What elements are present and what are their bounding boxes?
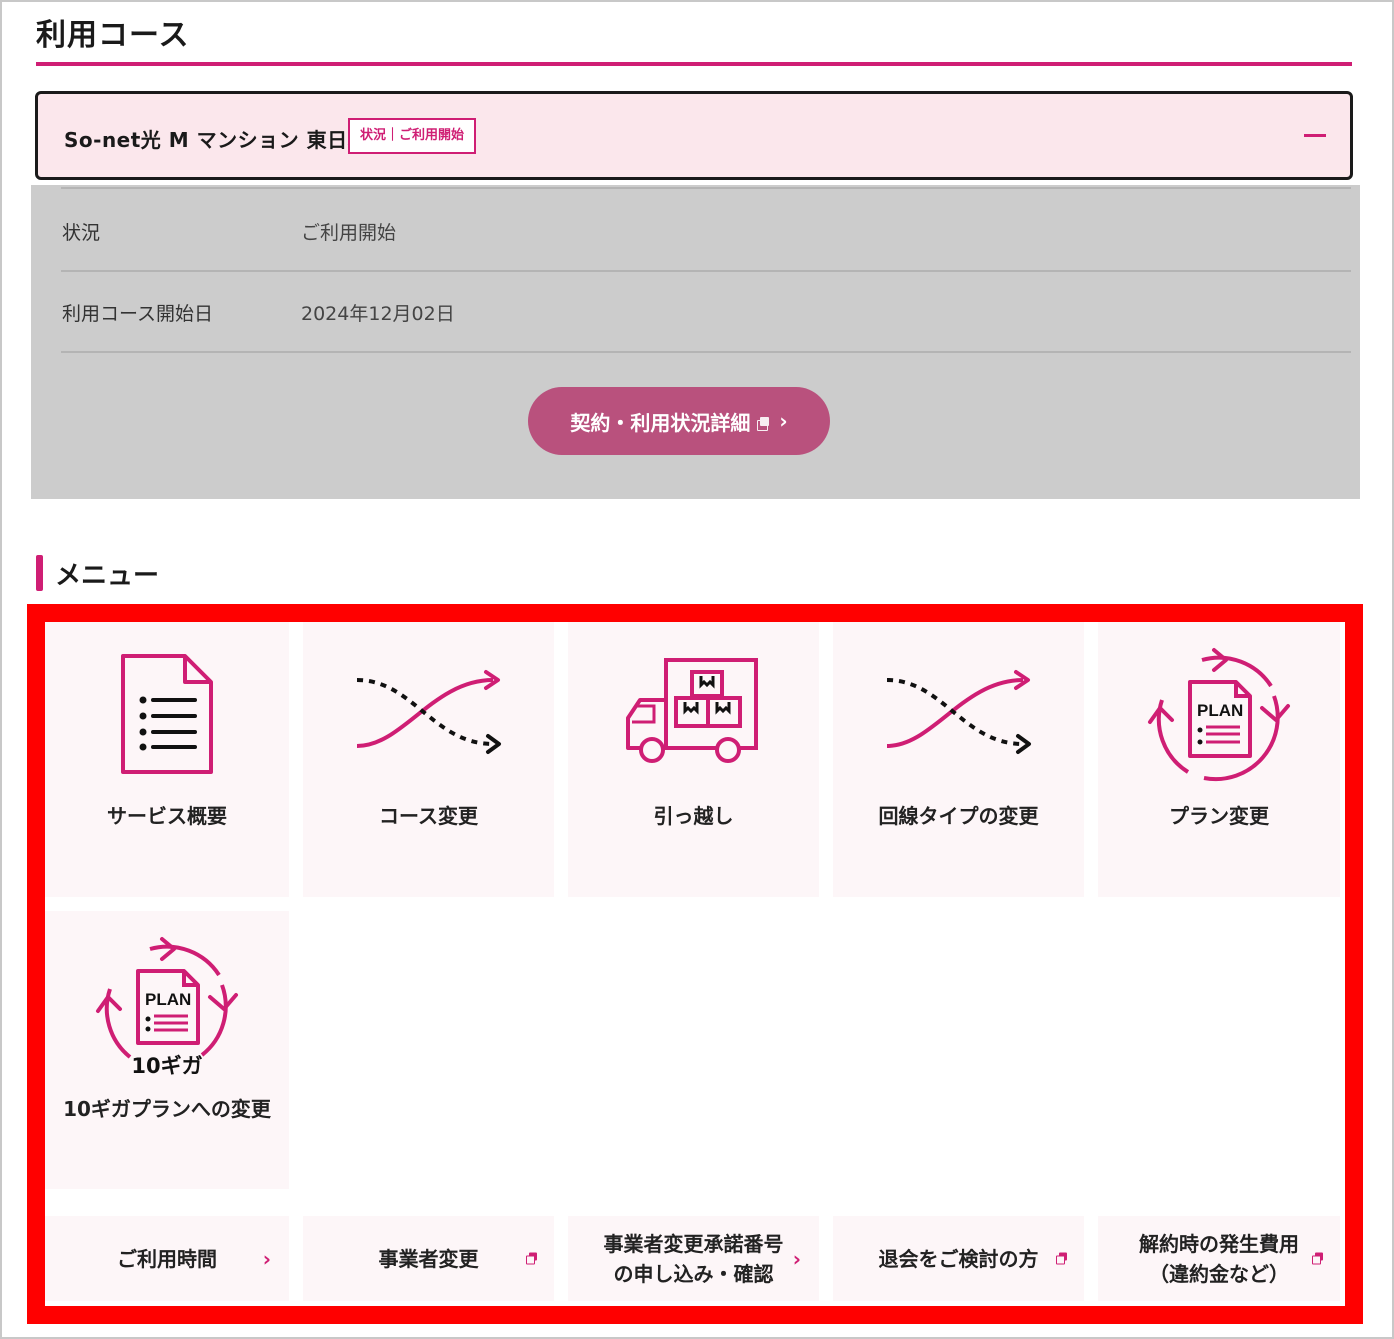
external-link-icon bbox=[1056, 1252, 1067, 1264]
tile-label: プラン変更 bbox=[1169, 804, 1269, 828]
contract-details-button-label: 契約・利用状況詳細 bbox=[570, 410, 751, 435]
status-label: 状況 bbox=[62, 222, 101, 244]
external-link-icon bbox=[757, 416, 770, 431]
status-value: ご利用開始 bbox=[301, 222, 397, 244]
link-label: 事業者変更承諾番号 の申し込み・確認 bbox=[603, 1231, 784, 1286]
svg-text:PLAN: PLAN bbox=[1197, 701, 1243, 720]
link-provider-change-number[interactable]: 事業者変更承諾番号 の申し込み・確認 › bbox=[568, 1216, 819, 1301]
svg-text:10ギガ: 10ギガ bbox=[131, 1054, 202, 1078]
link-usage-hours[interactable]: ご利用時間 › bbox=[45, 1216, 289, 1301]
link-cancellation-fees[interactable]: 解約時の発生費用 （違約金など） bbox=[1098, 1216, 1340, 1301]
tile-service-overview[interactable]: サービス概要 bbox=[45, 622, 289, 897]
link-label: ご利用時間 bbox=[117, 1246, 217, 1271]
link-label: 退会をご検討の方 bbox=[878, 1246, 1039, 1271]
document-list-icon bbox=[121, 654, 213, 774]
page-title: 利用コース bbox=[36, 18, 190, 53]
divider bbox=[61, 351, 1351, 353]
heading-accent-bar bbox=[36, 555, 43, 591]
tile-label: 引っ越し bbox=[653, 804, 734, 828]
title-divider bbox=[36, 62, 1352, 66]
course-name: So-net光 M マンション 東日本 bbox=[64, 128, 369, 152]
tile-10g-plan-change[interactable]: PLAN 10ギガ 10ギガプランへの変更 bbox=[45, 911, 289, 1189]
chevron-right-icon: › bbox=[792, 1246, 801, 1271]
course-accordion-header[interactable]: So-net光 M マンション 東日本 状況｜ご利用開始 bbox=[35, 91, 1353, 180]
start-date-label: 利用コース開始日 bbox=[62, 303, 214, 325]
chevron-right-icon: › bbox=[262, 1246, 271, 1271]
tile-course-change[interactable]: コース変更 bbox=[303, 622, 554, 897]
external-link-icon bbox=[1312, 1252, 1323, 1264]
collapse-minus-icon[interactable] bbox=[1304, 134, 1326, 137]
plan-cycle-icon: PLAN bbox=[1148, 648, 1290, 782]
status-badge: 状況｜ご利用開始 bbox=[348, 118, 477, 154]
divider bbox=[61, 187, 1351, 189]
external-link-icon bbox=[526, 1252, 537, 1264]
tile-plan-change[interactable]: PLAN プラン変更 bbox=[1098, 622, 1340, 897]
tile-label: サービス概要 bbox=[107, 804, 227, 828]
link-cancellation[interactable]: 退会をご検討の方 bbox=[833, 1216, 1084, 1301]
link-provider-change[interactable]: 事業者変更 bbox=[303, 1216, 554, 1301]
contract-details-button[interactable]: 契約・利用状況詳細 › bbox=[528, 387, 830, 455]
tile-line-type-change[interactable]: 回線タイプの変更 bbox=[833, 622, 1084, 897]
crossing-arrows-icon bbox=[356, 670, 501, 754]
start-date-value: 2024年12月02日 bbox=[301, 303, 455, 325]
crossing-arrows-icon bbox=[886, 670, 1031, 754]
menu-heading: メニュー bbox=[36, 555, 159, 591]
divider bbox=[61, 270, 1351, 272]
chevron-right-icon: › bbox=[779, 409, 788, 433]
svg-text:PLAN: PLAN bbox=[145, 990, 191, 1009]
tile-label: 10ギガプランへの変更 bbox=[63, 1097, 271, 1121]
tile-label: 回線タイプの変更 bbox=[878, 804, 1039, 828]
course-details-panel: 状況 ご利用開始 利用コース開始日 2024年12月02日 契約・利用状況詳細 … bbox=[31, 185, 1360, 499]
menu-title: メニュー bbox=[55, 560, 160, 591]
moving-truck-icon bbox=[625, 658, 758, 763]
link-label: 解約時の発生費用 （違約金など） bbox=[1139, 1231, 1299, 1286]
tile-label: コース変更 bbox=[379, 804, 478, 828]
tile-moving[interactable]: 引っ越し bbox=[568, 622, 819, 897]
plan-cycle-10g-icon: PLAN 10ギガ bbox=[96, 937, 238, 1078]
link-label: 事業者変更 bbox=[378, 1246, 479, 1271]
